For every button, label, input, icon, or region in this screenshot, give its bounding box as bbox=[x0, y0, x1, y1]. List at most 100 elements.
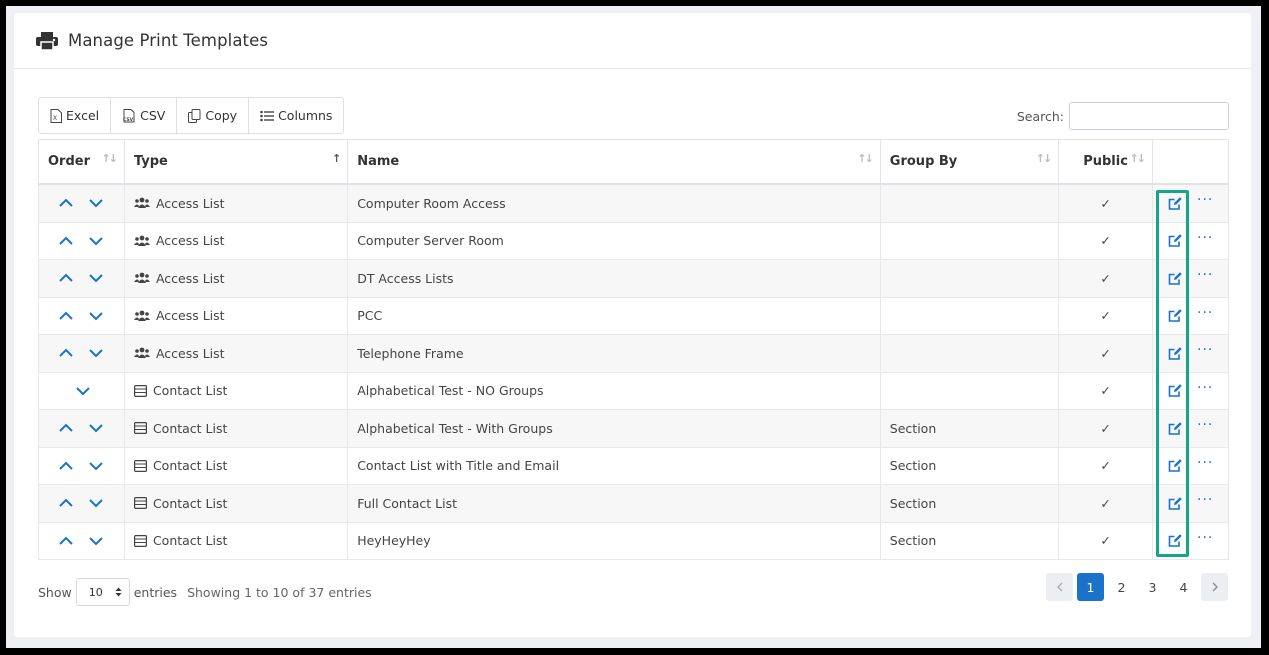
page-3-button[interactable]: 3 bbox=[1139, 573, 1166, 601]
col-group-by[interactable]: Group By ↑↓ bbox=[879, 139, 1060, 185]
col-public[interactable]: Public ↑↓ bbox=[1058, 139, 1153, 185]
page-4-button[interactable]: 4 bbox=[1170, 573, 1197, 601]
name-cell: Telephone Frame bbox=[347, 334, 881, 373]
svg-text:X: X bbox=[53, 115, 57, 122]
public-check-icon: ✓ bbox=[1058, 183, 1153, 223]
row-actions: ··· bbox=[1162, 418, 1219, 436]
edit-icon[interactable] bbox=[1168, 271, 1183, 286]
name-cell: HeyHeyHey bbox=[347, 521, 881, 560]
card-header: Manage Print Templates bbox=[14, 13, 1251, 69]
more-options-icon[interactable]: ··· bbox=[1197, 531, 1213, 545]
move-down-icon[interactable] bbox=[88, 233, 104, 249]
group-by-cell bbox=[879, 221, 1060, 260]
move-up-icon[interactable] bbox=[58, 308, 74, 324]
move-up-icon[interactable] bbox=[58, 195, 74, 211]
type-wrap: Access List bbox=[133, 196, 338, 211]
order-cell bbox=[38, 334, 125, 373]
move-up-icon[interactable] bbox=[58, 420, 74, 436]
page-length: Show 10 entries Showing 1 to 10 of 37 en… bbox=[38, 578, 372, 606]
more-options-icon[interactable]: ··· bbox=[1197, 306, 1213, 320]
public-check-icon: ✓ bbox=[1058, 521, 1153, 560]
move-down-icon[interactable] bbox=[88, 345, 104, 361]
more-options-icon[interactable]: ··· bbox=[1197, 231, 1213, 245]
excel-file-icon: X bbox=[50, 108, 62, 123]
type-label: Access List bbox=[155, 308, 225, 324]
name-cell: DT Access Lists bbox=[347, 259, 881, 298]
users-icon bbox=[133, 235, 150, 246]
table-row: Contact List Full Contact List Section ✓ ··· bbox=[38, 484, 1229, 523]
templates-card: Manage Print Templates X Excel CSV CSV C… bbox=[14, 13, 1251, 637]
order-cell bbox=[38, 183, 125, 223]
page-2-button[interactable]: 2 bbox=[1108, 573, 1135, 601]
actions-cell: ··· bbox=[1152, 371, 1229, 410]
move-down-icon[interactable] bbox=[88, 420, 104, 436]
more-options-icon[interactable]: ··· bbox=[1197, 381, 1213, 395]
move-down-icon[interactable] bbox=[88, 458, 104, 474]
public-check-icon: ✓ bbox=[1058, 484, 1153, 523]
col-order[interactable]: Order ↑↓ bbox=[38, 139, 125, 185]
columns-button[interactable]: Columns bbox=[249, 98, 343, 133]
edit-icon[interactable] bbox=[1168, 308, 1183, 323]
edit-icon[interactable] bbox=[1168, 421, 1183, 436]
more-options-icon[interactable]: ··· bbox=[1197, 418, 1213, 432]
public-check-icon: ✓ bbox=[1058, 409, 1153, 448]
excel-button[interactable]: X Excel bbox=[39, 98, 112, 133]
table-icon bbox=[133, 384, 147, 397]
more-options-icon[interactable]: ··· bbox=[1197, 193, 1213, 207]
move-down-icon[interactable] bbox=[88, 533, 104, 549]
type-wrap: Contact List bbox=[133, 533, 338, 548]
col-order-label: Order bbox=[48, 154, 90, 169]
edit-icon[interactable] bbox=[1168, 458, 1183, 473]
row-actions: ··· bbox=[1162, 531, 1219, 548]
more-options-icon[interactable]: ··· bbox=[1197, 268, 1213, 282]
table-row: Access List Telephone Frame ✓ ··· bbox=[38, 334, 1229, 373]
more-options-icon[interactable]: ··· bbox=[1197, 343, 1213, 357]
search-input[interactable] bbox=[1069, 102, 1229, 130]
table-row: Access List Computer Server Room ✓ ··· bbox=[38, 221, 1229, 260]
order-cell bbox=[38, 371, 125, 410]
move-down-icon[interactable] bbox=[88, 270, 104, 286]
page-size-select[interactable]: 10 bbox=[75, 578, 130, 606]
actions-cell: ··· bbox=[1152, 446, 1229, 485]
edit-icon[interactable] bbox=[1168, 533, 1183, 548]
type-cell: Access List bbox=[123, 334, 349, 373]
table-body: Access List Computer Room Access ✓ ··· Acces… bbox=[38, 183, 1229, 560]
csv-button[interactable]: CSV CSV bbox=[111, 98, 178, 133]
edit-icon[interactable] bbox=[1168, 233, 1183, 248]
move-up-icon[interactable] bbox=[58, 458, 74, 474]
move-down-icon[interactable] bbox=[88, 495, 104, 511]
move-down-icon[interactable] bbox=[75, 383, 91, 399]
col-name[interactable]: Name ↑↓ bbox=[347, 139, 881, 185]
move-up-icon[interactable] bbox=[58, 495, 74, 511]
edit-icon[interactable] bbox=[1168, 496, 1183, 511]
more-options-icon[interactable]: ··· bbox=[1197, 456, 1213, 470]
page-1-button[interactable]: 1 bbox=[1077, 573, 1104, 601]
next-page-button[interactable] bbox=[1201, 573, 1228, 601]
actions-cell: ··· bbox=[1152, 221, 1229, 260]
edit-icon[interactable] bbox=[1168, 196, 1183, 211]
type-wrap: Access List bbox=[133, 346, 338, 361]
order-arrows bbox=[48, 345, 115, 361]
move-up-icon[interactable] bbox=[58, 533, 74, 549]
prev-page-button[interactable] bbox=[1046, 573, 1073, 601]
copy-button[interactable]: Copy bbox=[177, 98, 250, 133]
edit-icon[interactable] bbox=[1168, 383, 1183, 398]
move-down-icon[interactable] bbox=[88, 308, 104, 324]
type-cell: Contact List bbox=[123, 371, 349, 410]
group-by-cell: Section bbox=[879, 521, 1060, 560]
sort-icon: ↑↓ bbox=[1035, 152, 1053, 165]
move-down-icon[interactable] bbox=[88, 195, 104, 211]
col-type-label: Type bbox=[133, 154, 168, 169]
more-options-icon[interactable]: ··· bbox=[1197, 493, 1213, 507]
move-up-icon[interactable] bbox=[58, 233, 74, 249]
edit-icon[interactable] bbox=[1168, 346, 1183, 361]
move-up-icon[interactable] bbox=[58, 270, 74, 286]
move-up-icon[interactable] bbox=[58, 345, 74, 361]
copy-icon bbox=[188, 108, 201, 123]
col-type[interactable]: Type ↑ bbox=[123, 139, 349, 185]
entries-label: entries bbox=[133, 584, 178, 600]
type-wrap: Access List bbox=[133, 233, 338, 248]
sort-icon: ↑↓ bbox=[1129, 152, 1147, 165]
users-icon bbox=[133, 197, 150, 209]
type-label: Contact List bbox=[152, 383, 228, 399]
